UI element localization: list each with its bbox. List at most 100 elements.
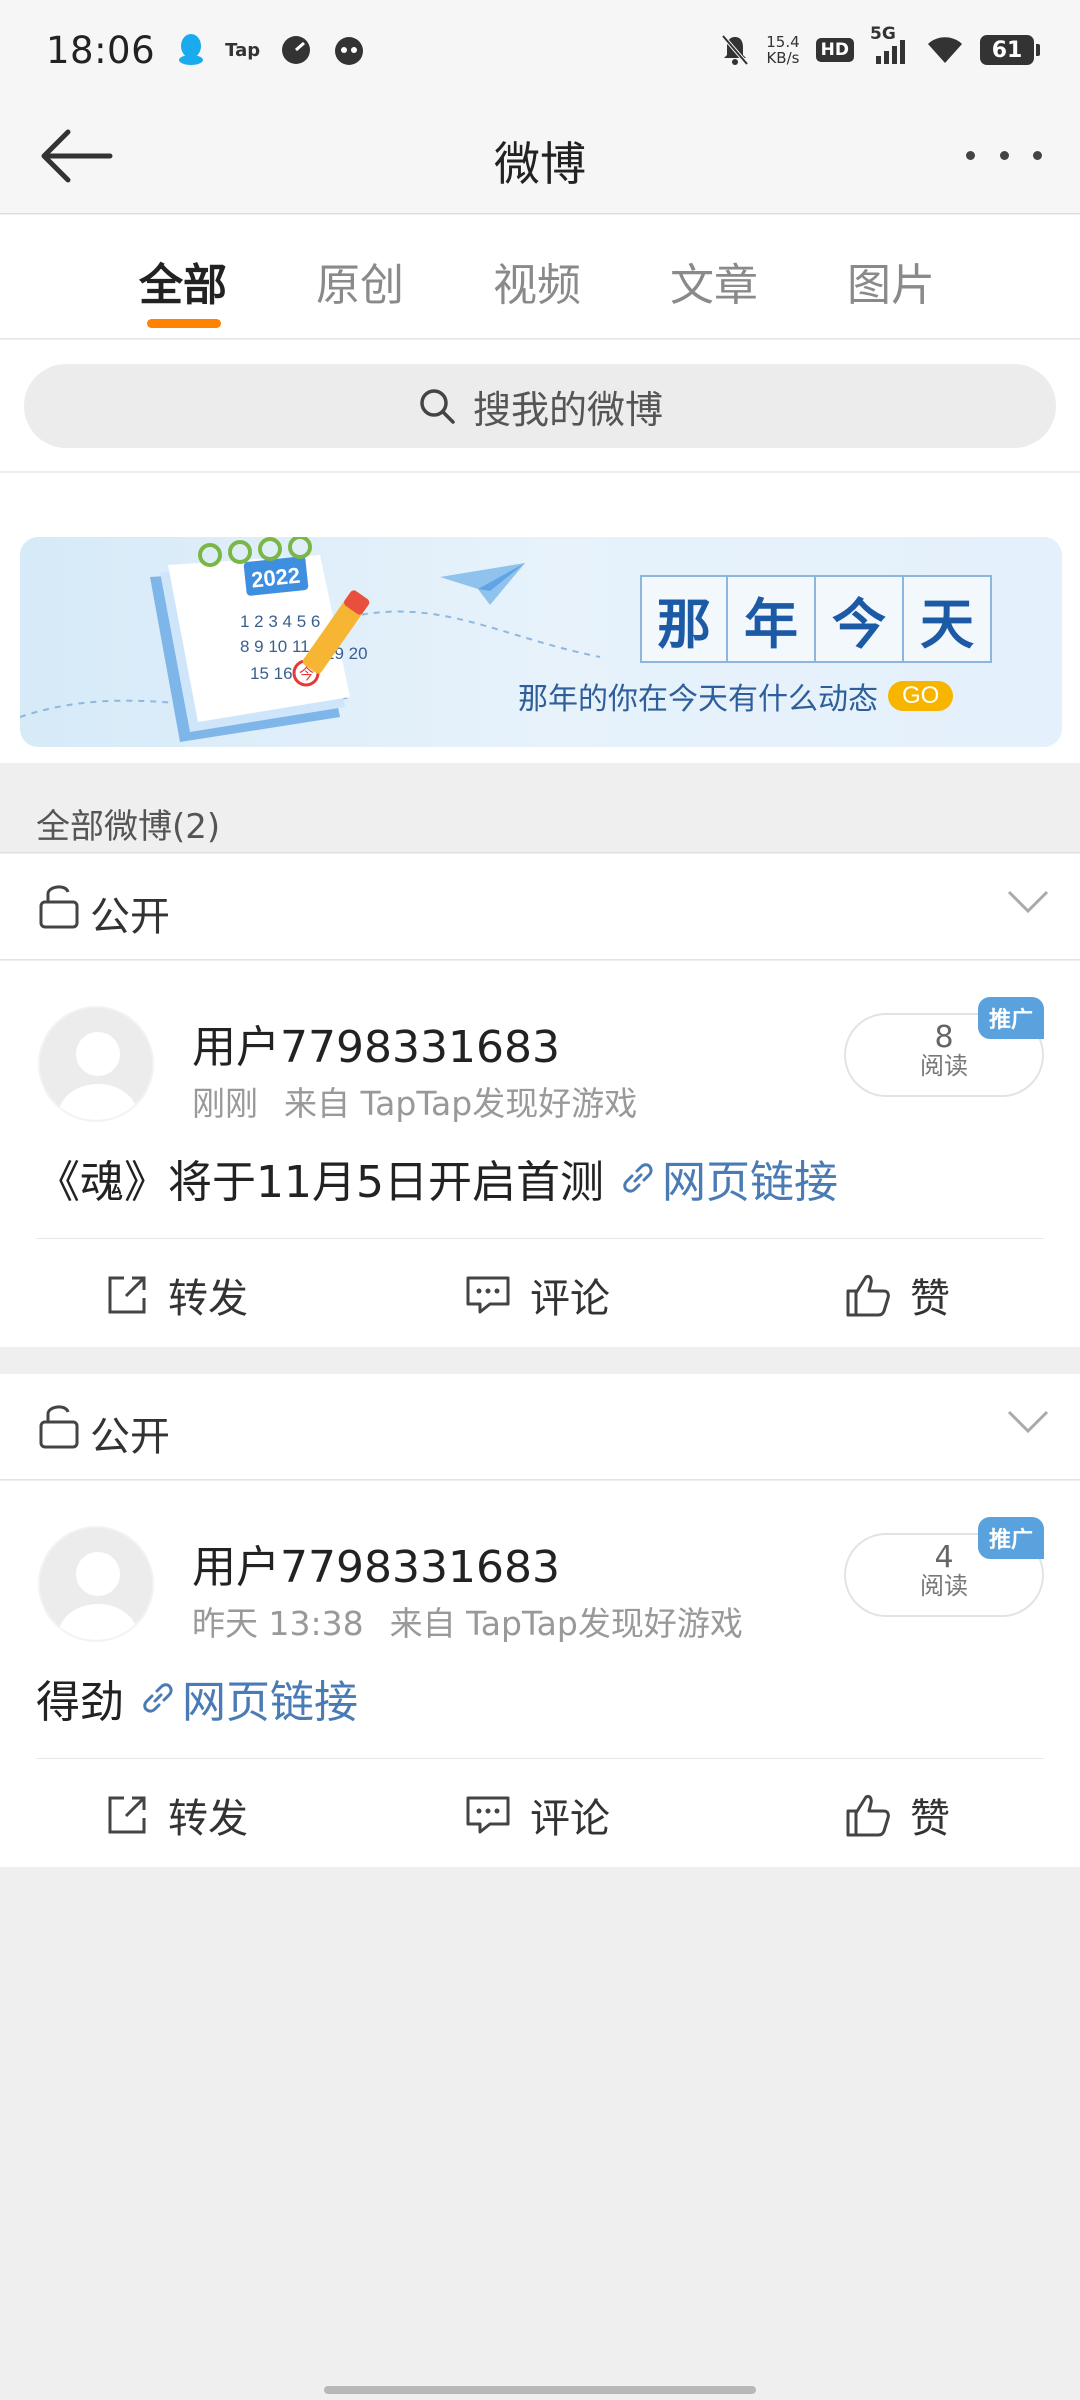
search-placeholder: 搜我的微博 <box>472 387 663 432</box>
comment-button[interactable]: 评论 <box>464 1266 610 1324</box>
post-time: 刚刚 <box>192 1084 258 1123</box>
post-source[interactable]: 来自 TapTap发现好游戏 <box>390 1604 743 1643</box>
tab-original[interactable]: 原创 <box>316 249 404 313</box>
battery-icon: 61 <box>980 35 1040 65</box>
hd-badge: HD <box>815 38 854 62</box>
read-label: 阅读 <box>920 1052 968 1080</box>
post-actions: 转发 评论 赞 <box>0 1238 1080 1348</box>
calendar-year: 2022 <box>250 563 301 593</box>
tab-all[interactable]: 全部 <box>139 249 227 313</box>
go-button[interactable]: GO <box>888 681 954 711</box>
search-input[interactable]: 搜我的微博 <box>24 364 1056 448</box>
section-title: 全部微博(2) <box>36 807 221 847</box>
avatar[interactable] <box>38 1526 154 1642</box>
repost-label: 转发 <box>168 1796 248 1842</box>
avatar[interactable] <box>38 1006 154 1122</box>
post-meta: 刚刚 来自 TapTap发现好游戏 <box>192 1077 637 1125</box>
comment-button[interactable]: 评论 <box>464 1786 610 1844</box>
post-body: 《魂》将于11月5日开启首测 <box>36 1157 604 1208</box>
network-speed: 15.4 KB/s <box>766 34 799 66</box>
username[interactable]: 用户7798331683 <box>192 1011 560 1075</box>
game-icon <box>332 34 366 66</box>
banner-title-char: 今 <box>816 575 904 663</box>
comment-icon <box>466 1276 510 1314</box>
default-avatar-icon <box>58 1552 138 1640</box>
like-label: 赞 <box>910 1796 950 1842</box>
post-actions: 转发 评论 赞 <box>0 1758 1080 1868</box>
post-body: 得劲 <box>36 1677 124 1728</box>
banner-subtitle-row: 那年的你在今天有什么动态 GO <box>518 674 954 718</box>
banner-title-char: 天 <box>904 575 992 663</box>
mute-bell-icon <box>720 33 750 67</box>
link-icon <box>623 1163 653 1193</box>
promote-badge[interactable]: 推广 <box>978 1517 1044 1559</box>
repost-button[interactable]: 转发 <box>104 1786 248 1844</box>
visibility-label: 公开 <box>90 894 170 940</box>
post-card[interactable]: 用户7798331683 刚刚 来自 TapTap发现好游戏 8 阅读 推广 《魂… <box>0 961 1080 1347</box>
username[interactable]: 用户7798331683 <box>192 1531 560 1595</box>
thumbs-up-icon <box>846 1795 890 1837</box>
speedometer-icon <box>280 34 312 66</box>
status-time: 18:06 <box>46 28 156 72</box>
post-text: 得劲 网页链接 <box>36 1666 358 1730</box>
banner-title: 那 年 今 天 <box>640 575 992 663</box>
repost-button[interactable]: 转发 <box>104 1266 248 1324</box>
post-source[interactable]: 来自 TapTap发现好游戏 <box>284 1084 637 1123</box>
wifi-icon <box>926 35 964 65</box>
post-time: 昨天 13:38 <box>192 1604 364 1643</box>
web-link[interactable]: 网页链接 <box>140 1666 358 1730</box>
more-dot <box>1033 150 1042 160</box>
repost-label: 转发 <box>168 1276 248 1322</box>
separator-band <box>0 1347 1080 1377</box>
like-label: 赞 <box>910 1276 950 1322</box>
like-button[interactable]: 赞 <box>844 1266 950 1324</box>
visibility-row[interactable]: 公开 <box>0 854 1080 960</box>
notification-icons: Tap <box>177 33 366 67</box>
visibility-label: 公开 <box>90 1414 170 1460</box>
comment-label: 评论 <box>530 1796 610 1842</box>
search-area: 搜我的微博 <box>0 340 1080 472</box>
tab-article[interactable]: 文章 <box>670 249 758 313</box>
status-bar: 18:06 Tap 15.4 KB/s HD 5G 61 <box>0 0 1080 100</box>
system-status-icons: 15.4 KB/s HD 5G 61 <box>720 24 1040 67</box>
search-icon <box>420 389 455 424</box>
post-meta: 昨天 13:38 来自 TapTap发现好游戏 <box>192 1597 743 1645</box>
net-speed-unit: KB/s <box>766 49 800 67</box>
signal-icon: 5G <box>870 24 910 66</box>
page-title: 微博 <box>494 137 586 191</box>
visibility-row[interactable]: 公开 <box>0 1374 1080 1480</box>
filter-tabs: 全部 原创 视频 文章 图片 <box>0 215 1080 339</box>
tab-images[interactable]: 图片 <box>847 249 935 313</box>
promote-badge[interactable]: 推广 <box>978 997 1044 1039</box>
on-this-day-banner[interactable]: 2022 1 2 3 4 5 6 8 9 10 11 12 15 16 19 2… <box>20 537 1062 747</box>
active-tab-indicator <box>147 319 221 328</box>
chevron-down-icon[interactable] <box>1006 1408 1050 1436</box>
title-bar: 微博 <box>0 100 1080 214</box>
comment-label: 评论 <box>530 1276 610 1322</box>
link-label: 网页链接 <box>661 1157 838 1208</box>
read-label: 阅读 <box>920 1572 968 1600</box>
more-dots-icon <box>966 150 975 160</box>
unlock-icon <box>39 885 79 929</box>
comment-icon <box>466 1796 510 1834</box>
link-label: 网页链接 <box>182 1677 358 1728</box>
chevron-down-icon[interactable] <box>1006 888 1050 916</box>
thumbs-up-icon <box>846 1275 890 1317</box>
default-avatar-icon <box>58 1032 138 1120</box>
tab-video[interactable]: 视频 <box>493 249 581 313</box>
web-link[interactable]: 网页链接 <box>620 1146 838 1210</box>
svg-text:15 16: 15 16 <box>250 664 293 683</box>
banner-title-char: 那 <box>640 575 728 663</box>
svg-text:1 2 3 4 5 6: 1 2 3 4 5 6 <box>240 612 320 631</box>
qq-icon <box>177 33 205 67</box>
banner-subtitle: 那年的你在今天有什么动态 <box>518 682 878 717</box>
home-indicator[interactable] <box>324 2386 756 2394</box>
link-icon <box>143 1683 173 1713</box>
like-button[interactable]: 赞 <box>844 1786 950 1844</box>
unlock-icon <box>39 1405 79 1449</box>
taptap-icon: Tap <box>225 39 261 61</box>
banner-area: 2022 1 2 3 4 5 6 8 9 10 11 12 15 16 19 2… <box>0 473 1080 763</box>
post-card[interactable]: 用户7798331683 昨天 13:38 来自 TapTap发现好游戏 4 阅读… <box>0 1481 1080 1867</box>
more-button[interactable] <box>966 140 1042 170</box>
repost-icon <box>108 1276 146 1314</box>
